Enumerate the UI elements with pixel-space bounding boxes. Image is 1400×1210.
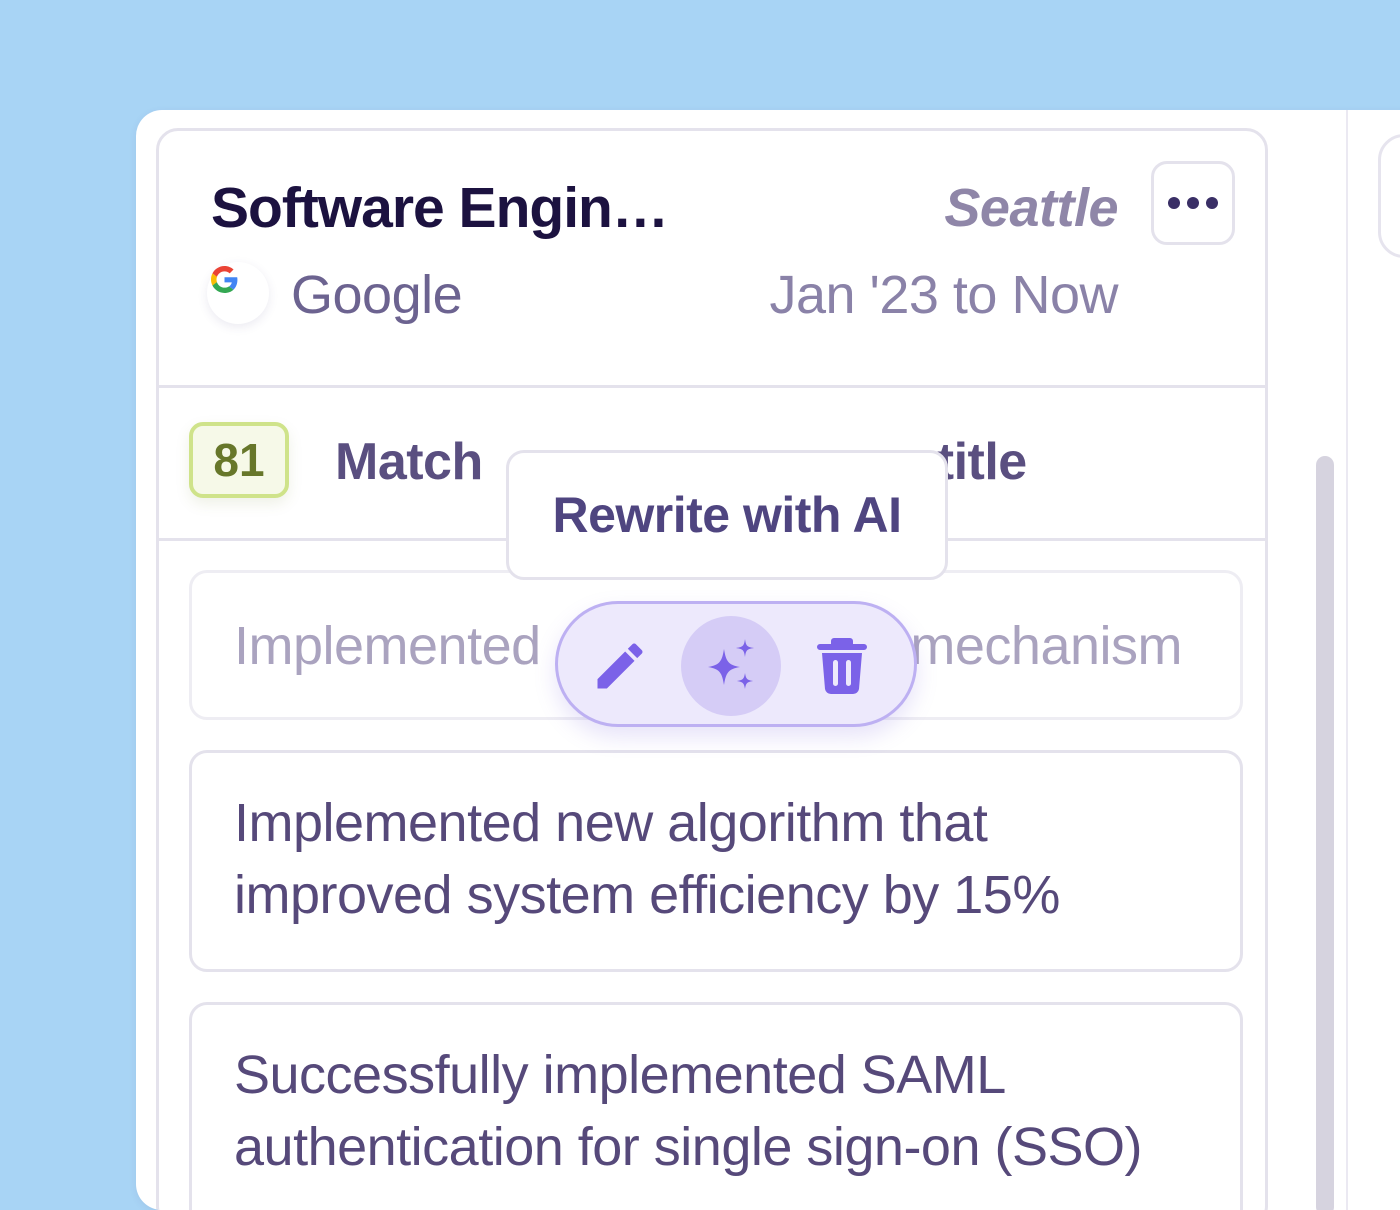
- bullet-text: Successfully implemented SAML authentica…: [234, 1045, 1143, 1177]
- job-card: Software Engin… Seattle Google Jan '23 t…: [156, 128, 1268, 1210]
- scrollbar[interactable]: [1316, 456, 1334, 1210]
- bullet-text: Implemented new algorithm that improved …: [234, 793, 1060, 925]
- company-name: Google: [291, 265, 463, 325]
- more-horizontal-icon: [1168, 197, 1218, 209]
- match-label-left: Match: [335, 433, 483, 491]
- bullet-item[interactable]: Implemented new algorithm that improved …: [189, 750, 1243, 972]
- job-dates: Jan '23 to Now: [769, 265, 1118, 325]
- delete-button[interactable]: [792, 616, 892, 716]
- more-options-button[interactable]: [1151, 161, 1235, 245]
- edit-button[interactable]: [570, 616, 670, 716]
- app-window: Software Engin… Seattle Google Jan '23 t…: [136, 110, 1400, 1210]
- match-label-right: title: [936, 433, 1027, 491]
- google-logo: [207, 262, 269, 324]
- panel-divider: [1346, 110, 1348, 1210]
- adjacent-card[interactable]: [1378, 134, 1400, 258]
- job-location: Seattle: [944, 178, 1118, 238]
- sparkles-icon: [708, 639, 754, 689]
- bullet-text-left: Implemented: [234, 616, 541, 676]
- match-score-badge: 81: [189, 422, 289, 498]
- rewrite-tooltip: Rewrite with AI: [506, 450, 948, 580]
- bullet-action-toolbar: [555, 601, 917, 727]
- job-title[interactable]: Software Engin…: [211, 175, 681, 241]
- trash-icon: [817, 638, 867, 695]
- job-header: Software Engin… Seattle Google Jan '23 t…: [159, 131, 1265, 388]
- bullet-text-right: mechanism: [910, 616, 1182, 676]
- rewrite-ai-button[interactable]: [681, 616, 781, 716]
- bullet-item[interactable]: Successfully implemented SAML authentica…: [189, 1002, 1243, 1210]
- pencil-icon: [597, 643, 643, 689]
